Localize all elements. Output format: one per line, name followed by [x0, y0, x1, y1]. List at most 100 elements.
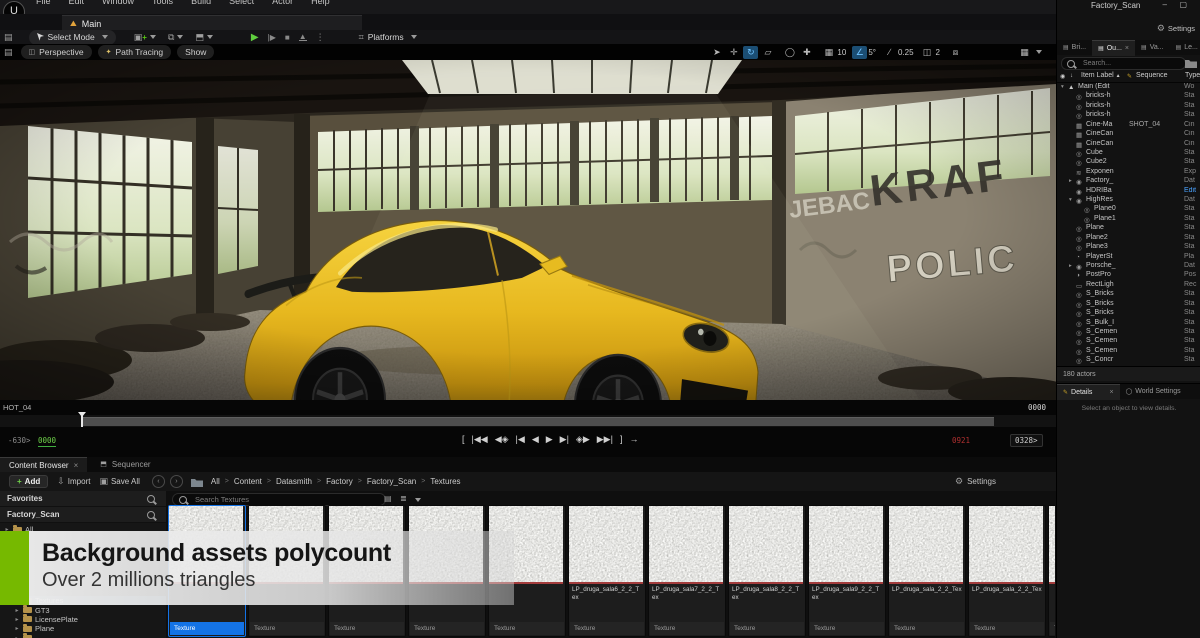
- camera-speed-icon[interactable]: ◫: [920, 46, 935, 59]
- play-in-viewport-icon[interactable]: |▶: [268, 33, 276, 42]
- outliner-row[interactable]: ▾▲Main (EditWo: [1057, 83, 1200, 92]
- outliner-row[interactable]: ◎S_Bulk_ISta: [1057, 319, 1200, 328]
- menu-item-edit[interactable]: Edit: [69, 0, 85, 6]
- outliner-row[interactable]: ◎Plane2Sta: [1057, 234, 1200, 243]
- scale-snap-value[interactable]: 0.25: [898, 48, 914, 57]
- playback-range[interactable]: [82, 417, 994, 426]
- maximize-viewport-icon[interactable]: ⧈: [948, 46, 963, 59]
- tab-content-browser[interactable]: Content Browser ×: [0, 457, 87, 473]
- playhead-marker[interactable]: [78, 412, 86, 417]
- transport-button-2[interactable]: ◀◈: [495, 435, 509, 444]
- outliner-row[interactable]: ▭RectLighRec: [1057, 281, 1200, 290]
- surface-snap-icon[interactable]: ✚: [799, 46, 814, 59]
- expand-icon[interactable]: ▸: [1069, 178, 1072, 184]
- asset-tile[interactable]: VTLP_druga_sala9_2_2_TexTexture: [808, 505, 886, 637]
- outliner-row[interactable]: ◎S_CemenSta: [1057, 337, 1200, 346]
- outliner-row[interactable]: ◎bricks-hSta: [1057, 102, 1200, 111]
- outliner-row[interactable]: ◎S_ConcrSta: [1057, 356, 1200, 365]
- pin-icon[interactable]: ↓: [1070, 73, 1073, 79]
- unreal-logo-icon[interactable]: U: [3, 1, 25, 14]
- col-type-label[interactable]: Type: [1185, 72, 1200, 79]
- back-icon[interactable]: ‹: [152, 475, 165, 488]
- asset-tile[interactable]: VTTexture: [1048, 505, 1055, 637]
- play-button[interactable]: ▶: [251, 32, 259, 43]
- scale-snap-icon[interactable]: ∕: [882, 46, 897, 59]
- add-actor-icon[interactable]: ▣+: [134, 33, 147, 42]
- outliner-row[interactable]: ▦CineCanCin: [1057, 140, 1200, 149]
- outliner-row[interactable]: ◎bricks-hSta: [1057, 92, 1200, 101]
- camera-speed-value[interactable]: 2: [936, 48, 940, 57]
- tab-sequencer[interactable]: ⬒ Sequencer: [91, 457, 159, 472]
- blueprints-icon[interactable]: ⧉: [168, 33, 174, 42]
- search-icon[interactable]: [147, 511, 155, 519]
- tab-level-main[interactable]: ⛰ Main: [62, 15, 362, 31]
- expand-icon[interactable]: ▸: [14, 625, 20, 632]
- show-dropdown[interactable]: Show: [177, 45, 214, 59]
- breadcrumb-item-content[interactable]: Content: [234, 477, 262, 486]
- viewport-layout-selector[interactable]: ▦: [1016, 46, 1042, 59]
- outliner-row[interactable]: ◎Plane0Sta: [1057, 205, 1200, 214]
- transport-button-4[interactable]: ◀: [532, 435, 539, 444]
- translate-tool-icon[interactable]: ✛: [726, 46, 741, 59]
- panel-settings-button[interactable]: ⚙ Settings: [1157, 24, 1195, 33]
- forward-icon[interactable]: ›: [170, 475, 183, 488]
- outliner-panel-tab-0[interactable]: ▤Bri...: [1057, 40, 1092, 55]
- transport-button-1[interactable]: |◀◀: [472, 435, 488, 444]
- outliner-row[interactable]: ◎PlaneSta: [1057, 224, 1200, 233]
- breadcrumb-item-all[interactable]: All: [211, 477, 220, 486]
- outliner-row[interactable]: ◉HDRIBaEdit: [1057, 187, 1200, 196]
- outliner-row[interactable]: ◔PlayerStPla: [1057, 253, 1200, 262]
- eject-button[interactable]: ▲: [299, 33, 307, 41]
- search-icon[interactable]: [147, 495, 155, 503]
- tab-world-settings[interactable]: ◯ World Settings: [1120, 384, 1187, 399]
- rotation-snap-icon[interactable]: ∠: [852, 46, 867, 59]
- col-sequence-label[interactable]: Sequence: [1136, 72, 1168, 79]
- outliner-row[interactable]: ▸◉Porsche_Dat: [1057, 262, 1200, 271]
- menu-item-build[interactable]: Build: [191, 0, 211, 6]
- col-item-label[interactable]: Item Label ▲: [1081, 72, 1121, 79]
- transport-button-9[interactable]: ]: [620, 435, 623, 444]
- close-icon[interactable]: ×: [1109, 389, 1113, 396]
- asset-tile[interactable]: VTLP_druga_sala7_2_2_TexTexture: [648, 505, 726, 637]
- filter-icon[interactable]: ≣: [400, 494, 407, 503]
- outliner-row[interactable]: ◎Cube2Sta: [1057, 158, 1200, 167]
- outliner-row[interactable]: ≋ExponenExp: [1057, 168, 1200, 177]
- stop-button[interactable]: ■: [285, 33, 290, 42]
- menu-item-actor[interactable]: Actor: [272, 0, 293, 6]
- rotate-tool-icon[interactable]: ↻: [743, 46, 758, 59]
- tree-item-gt3[interactable]: ▸GT3: [14, 605, 166, 614]
- menu-item-file[interactable]: File: [36, 0, 51, 6]
- breadcrumb-item-textures[interactable]: Textures: [430, 477, 460, 486]
- view-mode-dropdown[interactable]: ✦ Path Tracing: [98, 45, 172, 59]
- outliner-panel-tab-3[interactable]: ▤Le...: [1170, 40, 1200, 55]
- expand-icon[interactable]: ▸: [14, 616, 20, 623]
- perspective-dropdown[interactable]: ◫ Perspective: [21, 45, 92, 59]
- range-start-value[interactable]: -630>: [8, 436, 31, 445]
- sequencer-scrub-bar[interactable]: [0, 415, 1056, 427]
- select-tool-icon[interactable]: ➤: [709, 46, 724, 59]
- asset-tile[interactable]: VTLP_druga_sala_2_2_TexTexture: [968, 505, 1046, 637]
- outliner-row[interactable]: ◎S_CemenSta: [1057, 347, 1200, 356]
- range-end-value[interactable]: 0328>: [1010, 434, 1043, 447]
- maximize-button[interactable]: ▢: [1179, 0, 1187, 9]
- transport-button-0[interactable]: [: [462, 435, 465, 444]
- favorites-header[interactable]: Favorites: [0, 491, 166, 507]
- close-icon[interactable]: ×: [1125, 45, 1129, 52]
- transport-button-8[interactable]: ▶▶|: [597, 435, 613, 444]
- outliner-panel-tab-2[interactable]: ▤Va...: [1135, 40, 1170, 55]
- asset-tile[interactable]: VTLP_druga_sala6_2_2_TexTexture: [568, 505, 646, 637]
- expand-icon[interactable]: ▾: [1069, 197, 1072, 203]
- history-icon[interactable]: ▤: [4, 33, 13, 42]
- tree-item-plane[interactable]: ▸Plane: [14, 624, 166, 633]
- outliner-panel-tab-1[interactable]: ▤Ou...×: [1092, 40, 1135, 56]
- viewport-3d-scene[interactable]: JEBAC KRAF POLIC: [0, 60, 1056, 400]
- outliner-row[interactable]: ◎CubeSta: [1057, 149, 1200, 158]
- expand-icon[interactable]: ▾: [1061, 84, 1064, 90]
- menu-item-select[interactable]: Select: [229, 0, 254, 6]
- eye-icon[interactable]: ◉: [1060, 73, 1065, 80]
- play-options-icon[interactable]: ⋮: [316, 32, 325, 43]
- outliner-row[interactable]: ◎bricks-hSta: [1057, 111, 1200, 120]
- expand-icon[interactable]: ▸: [1069, 263, 1072, 269]
- platforms-dropdown[interactable]: ⌗ Platforms: [351, 30, 425, 45]
- out-frame-value[interactable]: 0921: [952, 436, 970, 445]
